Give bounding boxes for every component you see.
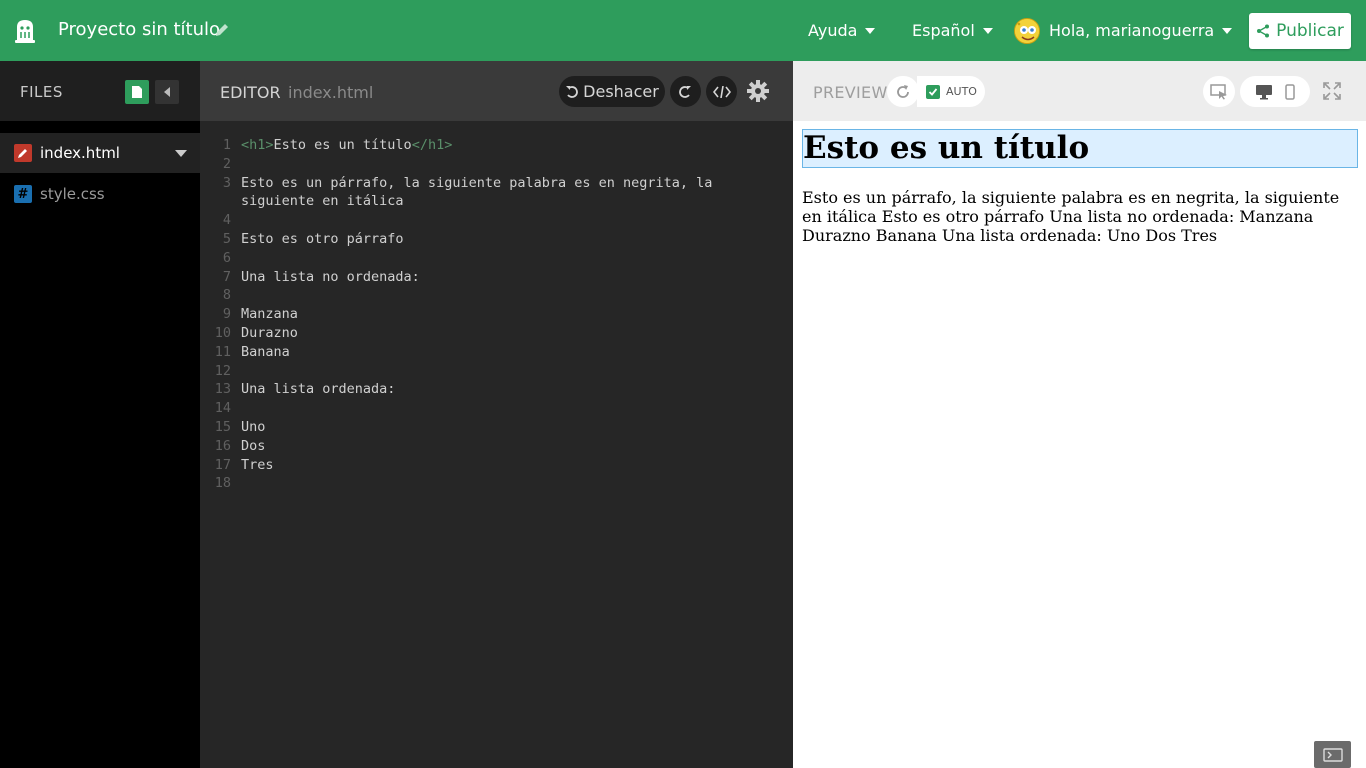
user-menu[interactable]: Hola, marianoguerra [1049,21,1233,40]
help-label: Ayuda [808,21,858,40]
device-toggle [1240,76,1310,107]
preview-paragraph: Esto es un párrafo, la siguiente palabra… [802,188,1340,245]
line-number: 11 [214,343,231,360]
preview-content: Esto es un título Esto es un párrafo, la… [802,129,1358,245]
line-number: 18 [214,475,231,492]
line-number: 9 [222,306,231,323]
refresh-icon [897,84,909,98]
preview-header: PREVIEW AUTO [793,61,1366,121]
line-number: 15 [214,419,231,435]
preview-heading[interactable]: Esto es un título [802,129,1358,168]
edit-title-icon[interactable] [214,22,230,38]
publish-button[interactable]: Publicar [1249,13,1351,49]
format-code-button[interactable] [706,76,737,107]
chevron-down-icon [982,27,993,34]
checkbox-checked-icon[interactable] [926,84,940,99]
code-text: Tres [241,456,274,473]
new-file-icon [132,86,142,98]
file-item-index-html[interactable]: index.html [0,133,200,173]
code-text: Esto es un título [273,137,412,153]
chevron-down-icon[interactable] [175,150,187,157]
gear-icon[interactable] [746,79,770,103]
chevron-down-icon [865,27,876,34]
line-number: 4 [222,212,231,229]
line-number: 7 [222,268,231,285]
line-number: 1 [222,137,231,153]
line-number: 6 [222,249,231,266]
publish-label: Publicar [1276,21,1344,41]
code-text: Uno [241,419,266,435]
preview-title: PREVIEW [813,83,888,102]
line-number: 3 [222,174,231,191]
logo-icon[interactable] [12,17,38,45]
redo-button[interactable] [670,76,701,107]
chevron-down-icon [1222,27,1233,34]
code-text: siguiente en itálica [241,193,404,210]
editor-title: EDITOR [220,83,281,102]
line-number: 16 [214,437,231,454]
line-number: 5 [222,231,231,247]
code-text: Una lista no ordenada: [241,268,420,285]
line-number: 17 [214,456,231,473]
code-text: Manzana [241,306,298,323]
line-number: 14 [214,400,231,417]
desktop-icon[interactable] [1255,84,1273,100]
line-number: 10 [214,325,231,341]
preview-panel: PREVIEW AUTO Esto es un título Esto es u… [793,61,1366,768]
console-toggle-button[interactable] [1314,741,1351,768]
undo-label: Deshacer [583,82,659,101]
html-tag: </h1> [411,137,453,153]
line-number: 12 [214,362,231,379]
file-item-style-css[interactable]: # style.css [0,174,200,214]
line-number: 8 [222,287,231,304]
pencil-icon [14,144,32,162]
files-header: FILES [0,61,200,121]
fullscreen-icon[interactable] [1323,82,1341,100]
code-text: Una lista ordenada: [241,381,396,398]
undo-button[interactable]: Deshacer [559,76,665,107]
mobile-icon[interactable] [1285,83,1295,100]
file-name: index.html [40,144,120,162]
language-label: Español [912,21,975,40]
redo-icon [679,86,691,98]
file-name: style.css [40,185,105,203]
new-file-button[interactable] [125,80,149,104]
help-menu[interactable]: Ayuda [808,21,876,40]
line-number: 13 [214,381,231,398]
files-title: FILES [20,83,63,101]
code-text: <h1>Esto es un título</h1> [241,136,452,155]
inspect-icon [1210,83,1227,99]
code-text: Durazno [241,325,298,341]
collapse-sidebar-button[interactable] [155,80,179,104]
hash-icon: # [14,185,32,203]
chevron-left-icon [164,87,170,97]
avatar[interactable] [1014,18,1040,44]
terminal-icon [1322,747,1343,762]
project-title[interactable]: Proyecto sin título [58,19,220,40]
editor-header: EDITOR index.html Deshacer [200,61,793,121]
avatar-icon [1015,19,1039,43]
html-tag: <h1> [241,137,274,153]
code-text: Esto es un párrafo, la siguiente palabra… [241,174,713,191]
language-menu[interactable]: Español [912,21,993,40]
refresh-button[interactable] [887,76,919,107]
line-number: 2 [222,155,231,172]
editor-filename: index.html [288,83,374,102]
inspect-button[interactable] [1203,76,1235,107]
user-greeting: Hola, marianoguerra [1049,21,1215,40]
auto-refresh-toggle[interactable]: AUTO [917,76,985,107]
editor-panel: EDITOR index.html Deshacer 1 <h1>Esto es… [200,61,793,768]
undo-icon [566,86,579,98]
code-text: Esto es otro párrafo [241,231,404,247]
auto-label: AUTO [946,85,977,98]
code-icon [712,85,731,98]
code-text: Dos [241,437,266,454]
files-sidebar: FILES index.html # style.css [0,61,200,768]
code-text: Banana [241,343,290,360]
top-bar: Proyecto sin título Ayuda Español Hola, … [0,0,1366,61]
share-icon [1257,24,1270,38]
